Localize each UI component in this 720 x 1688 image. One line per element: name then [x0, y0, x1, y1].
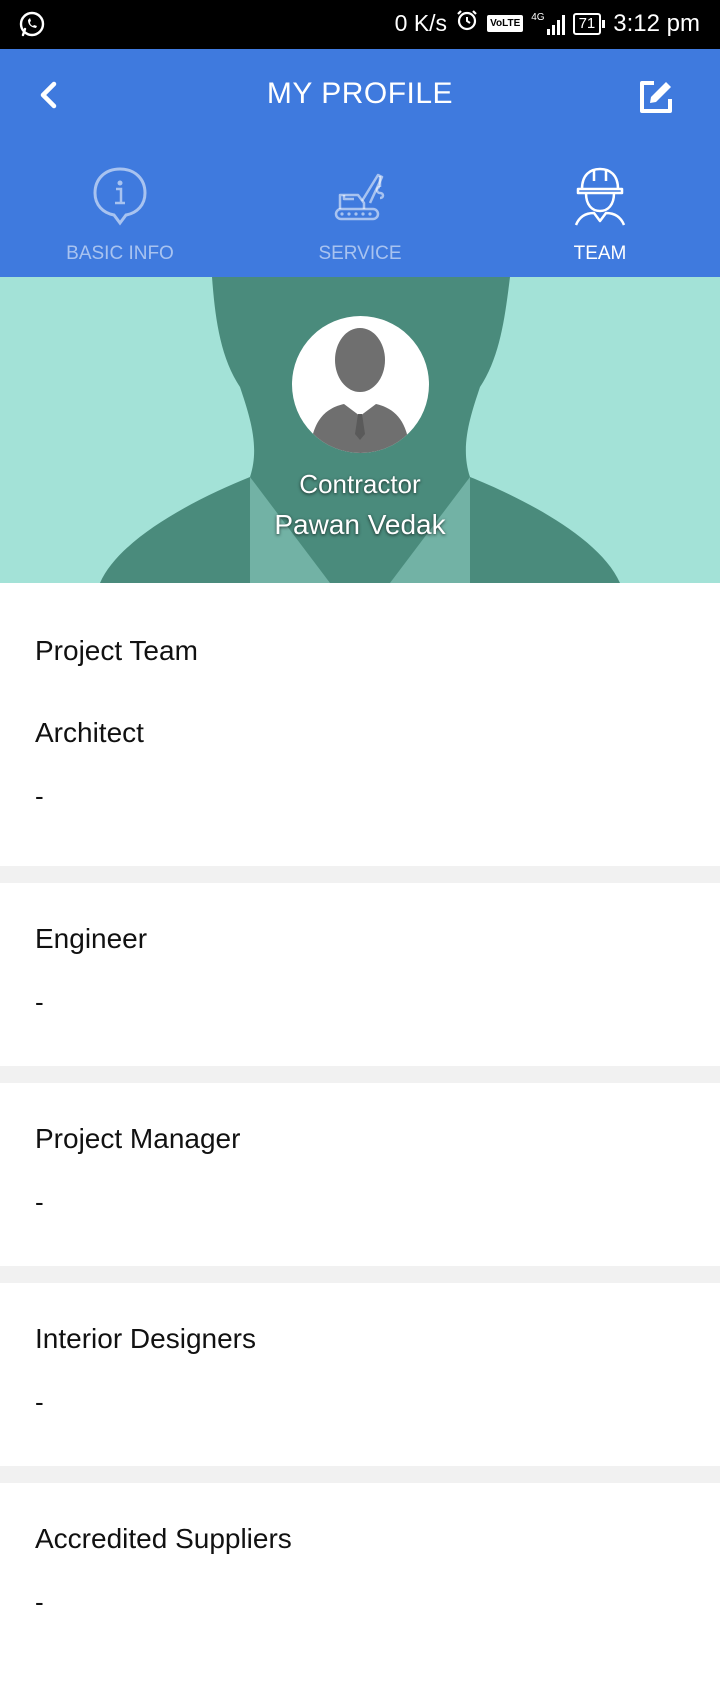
profile-header: Contractor Pawan Vedak — [0, 277, 720, 583]
tab-service[interactable]: SERVICE — [240, 159, 480, 277]
team-card-architect: Project Team Architect - — [0, 583, 720, 866]
crane-icon — [334, 173, 385, 221]
signal-icon: 4G — [531, 11, 565, 35]
profile-name: Pawan Vedak — [274, 509, 446, 540]
card-value-architect: - — [35, 781, 44, 811]
edit-icon — [640, 81, 672, 113]
tab-service-label: SERVICE — [318, 243, 402, 264]
divider — [0, 1066, 720, 1083]
clock: 3:12 pm — [613, 9, 700, 37]
tab-basic-info[interactable]: BASIC INFO — [0, 159, 240, 277]
divider — [0, 866, 720, 883]
team-card-engineer: Engineer - — [0, 883, 720, 1066]
alarm-icon — [455, 8, 479, 39]
divider — [0, 1466, 720, 1483]
battery-icon: 71 — [572, 12, 606, 35]
card-title-project-manager: Project Manager — [35, 1123, 241, 1154]
volte-badge: VoLTE — [487, 15, 524, 32]
profile-tabs: BASIC INFO SERVICE TEAM — [0, 159, 720, 277]
card-title-engineer: Engineer — [35, 923, 148, 954]
status-bar: 0 K/s VoLTE 4G 71 3:12 pm — [0, 0, 720, 49]
team-card-project-manager: Project Manager - — [0, 1083, 720, 1266]
edit-profile-button[interactable] — [636, 77, 676, 117]
card-title-interior-designers: Interior Designers — [35, 1323, 256, 1354]
card-value-interior-designers: - — [35, 1387, 44, 1417]
whatsapp-icon — [18, 10, 46, 43]
section-heading: Project Team — [35, 635, 198, 666]
battery-level: 71 — [572, 12, 602, 35]
app-bar: MY PROFILE BASIC INFO SERVICE TEAM — [0, 49, 720, 277]
tab-team[interactable]: TEAM — [480, 159, 720, 277]
card-title-architect: Architect — [35, 717, 144, 748]
tab-team-label: TEAM — [573, 243, 627, 264]
network-type: 4G — [531, 11, 545, 23]
page-title: MY PROFILE — [266, 77, 454, 110]
profile-role: Contractor — [299, 469, 421, 499]
avatar[interactable] — [292, 316, 429, 453]
user-silhouette-icon — [310, 328, 410, 453]
net-speed: 0 K/s — [394, 10, 448, 36]
card-value-accredited-suppliers: - — [35, 1587, 44, 1617]
card-value-engineer: - — [35, 987, 44, 1017]
card-title-accredited-suppliers: Accredited Suppliers — [35, 1523, 292, 1554]
team-card-interior-designers: Interior Designers - — [0, 1283, 720, 1466]
team-card-accredited-suppliers: Accredited Suppliers - — [0, 1483, 720, 1683]
team-content: Project Team Architect - Engineer - Proj… — [0, 583, 720, 1683]
card-value-project-manager: - — [35, 1187, 44, 1217]
info-icon — [93, 167, 147, 226]
divider — [0, 1266, 720, 1283]
worker-helmet-icon — [574, 167, 626, 226]
tab-basic-info-label: BASIC INFO — [66, 243, 174, 264]
